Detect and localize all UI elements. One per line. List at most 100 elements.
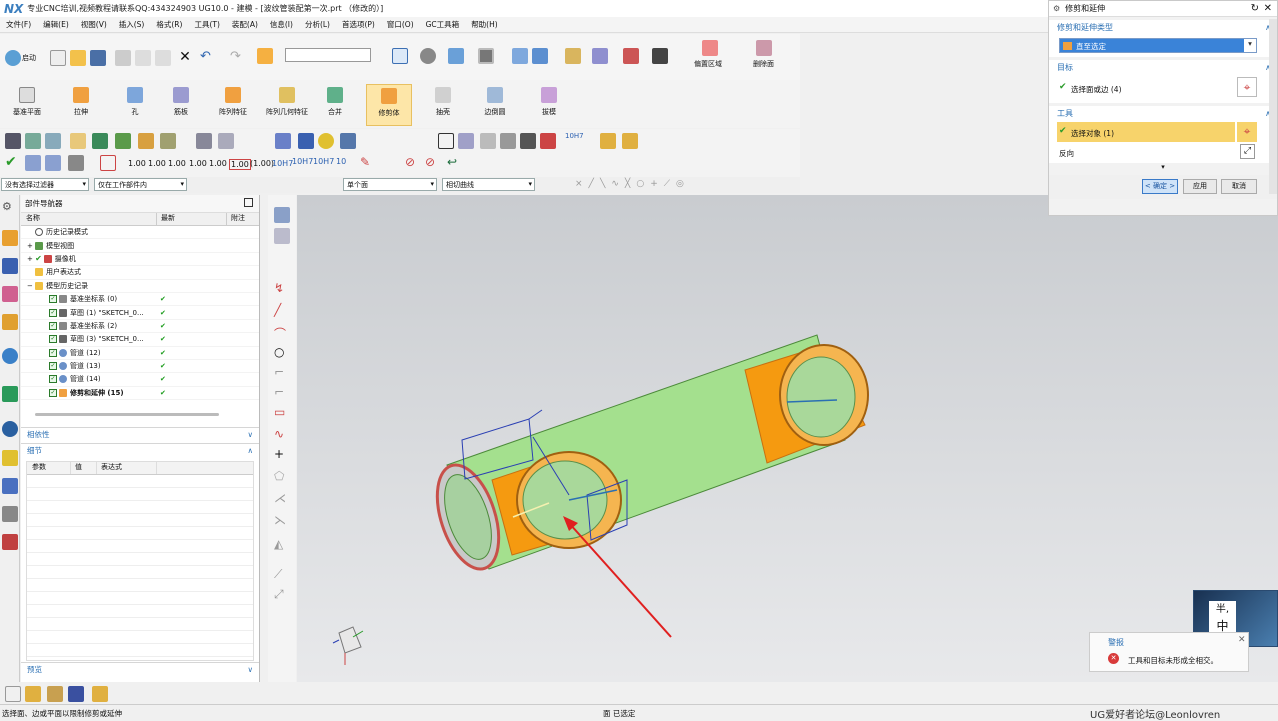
history-icon[interactable] (2, 386, 18, 402)
process-studio-icon[interactable] (2, 478, 18, 494)
roles-icon[interactable] (2, 506, 18, 522)
tool-crosshair-icon[interactable]: ⌖ (1237, 122, 1257, 142)
dim-value-10[interactable]: 10H7 (313, 157, 334, 166)
measure-distance-icon[interactable] (652, 48, 668, 64)
relate-icon[interactable] (340, 133, 356, 149)
bottom-tool-2-icon[interactable] (25, 686, 41, 702)
rib-button[interactable]: 筋板 (158, 84, 204, 126)
check-mate-icon[interactable] (45, 155, 61, 171)
pull-face-icon[interactable] (25, 133, 41, 149)
checkbox-icon[interactable]: ✓ (49, 308, 57, 317)
pattern-geometry-button[interactable]: 阵列几何特征 (264, 84, 310, 126)
draft-button[interactable]: 拔模 (526, 84, 572, 126)
part-navigator-icon[interactable] (2, 230, 18, 246)
menu-help[interactable]: 帮助(H) (465, 19, 504, 30)
curve-rule-select[interactable]: 相切曲线 (442, 178, 535, 191)
resize-chamfer-icon[interactable] (138, 133, 154, 149)
unite-button[interactable]: 合并 (312, 84, 358, 126)
details-section[interactable]: 细节 ∧ (21, 443, 259, 457)
check-geometry-icon[interactable] (25, 155, 41, 171)
examine-icon[interactable] (68, 155, 84, 171)
orient-view-icon[interactable] (448, 48, 464, 64)
tree-row-sketch-1[interactable]: ✓ 草图 (1) "SKETCH_0... ✔ (21, 306, 259, 320)
offset-region-icon[interactable] (702, 40, 718, 56)
type-section-header[interactable]: 修剪和延伸类型∧ (1049, 20, 1277, 35)
redo-icon[interactable]: ↷ (230, 50, 246, 66)
col-latest[interactable]: 最新 (156, 213, 226, 225)
save-icon[interactable] (90, 50, 106, 66)
constraint-navigator-icon[interactable] (2, 286, 18, 302)
menu-insert[interactable]: 插入(S) (113, 19, 151, 30)
table-icon[interactable] (458, 133, 474, 149)
sketch-tool-icon[interactable] (274, 207, 290, 223)
tree-row-tube-12[interactable]: ✓ 管道 (12) ✔ (21, 347, 259, 360)
target-select-label[interactable]: 选择面或边 (4) (1071, 84, 1122, 95)
angular-dim-icon[interactable] (298, 133, 314, 149)
type-select[interactable]: 直至选定 ▾ (1059, 38, 1257, 53)
checkbox-icon[interactable]: ✓ (49, 362, 57, 371)
tree-row-history-mode[interactable]: 历史记录模式 (21, 226, 259, 240)
polygon-icon[interactable]: ⬠ (274, 469, 290, 485)
fillet-icon[interactable]: ⌐ (274, 365, 290, 381)
more-options-icon[interactable]: ▾ (1049, 163, 1277, 175)
command-finder-icon[interactable] (257, 48, 273, 64)
line-icon[interactable]: ╱ (274, 303, 290, 319)
check-icon[interactable]: ✔ (5, 155, 21, 171)
web-browser-icon[interactable] (2, 348, 18, 364)
settings-gear-icon[interactable]: ⚙ (2, 200, 18, 216)
no-symbol-icon[interactable]: ⊘ (405, 155, 421, 171)
return-icon[interactable]: ↩ (447, 155, 463, 171)
menu-format[interactable]: 格式(R) (150, 19, 188, 30)
selection-icon[interactable] (592, 48, 608, 64)
mirror-curve-icon[interactable]: ◭ (274, 537, 290, 553)
linear-dim-icon[interactable] (275, 133, 291, 149)
chamfer-icon[interactable]: ⌐ (274, 385, 290, 401)
col-notes[interactable]: 附注 (226, 213, 245, 225)
make-coplanar-icon[interactable] (196, 133, 212, 149)
grid-icon[interactable] (274, 228, 290, 244)
move-face-icon[interactable] (5, 133, 21, 149)
rectangle-icon[interactable]: ▭ (274, 405, 290, 421)
checkbox-icon[interactable]: ✓ (49, 375, 57, 384)
dialog-scrollbar[interactable] (1269, 19, 1277, 194)
image-icon[interactable] (520, 133, 536, 149)
tree-row-cameras[interactable]: + ✔ 摄像机 (21, 253, 259, 267)
face-rule-select[interactable]: 单个面 (343, 178, 437, 191)
tree-row-expressions[interactable]: 用户表达式 (21, 266, 259, 280)
edit-section-icon[interactable] (532, 48, 548, 64)
bottom-tool-4-icon[interactable] (68, 686, 84, 702)
pattern-curve-icon[interactable]: ⤢ (274, 587, 290, 603)
preview-section[interactable]: 预览 ∨ (21, 662, 259, 676)
new-file-icon[interactable] (50, 50, 66, 66)
menu-window[interactable]: 窗口(O) (381, 19, 420, 30)
circle-icon[interactable]: ○ (274, 345, 290, 361)
offset-region-label[interactable]: 偏置区域 (694, 59, 722, 69)
start-icon[interactable] (5, 50, 21, 66)
dim-value-7[interactable]: (1.00) (250, 159, 274, 168)
arc-icon[interactable]: ⌒ (274, 325, 290, 341)
point-icon[interactable]: + (274, 447, 290, 463)
triangle-icon[interactable] (438, 133, 454, 149)
gear-icon[interactable]: ⚙ (1053, 4, 1060, 13)
extend-curve-icon[interactable]: ⋋ (274, 513, 290, 529)
open-folder-icon[interactable] (70, 50, 86, 66)
assembly-navigator-icon[interactable] (2, 258, 18, 274)
section-view-icon[interactable] (512, 48, 528, 64)
dim-value-8[interactable]: 10H7 (272, 159, 293, 168)
trim-curve-icon[interactable]: ⋌ (274, 491, 290, 507)
bottom-tool-3-icon[interactable] (47, 686, 63, 702)
menu-view[interactable]: 视图(V) (75, 19, 113, 30)
dim-value-11[interactable]: 10 (336, 157, 346, 166)
tree-row-datum-0[interactable]: ✓ 基准坐标系 (0) ✔ (21, 293, 259, 307)
apply-button[interactable]: 应用 (1183, 179, 1217, 194)
reuse-library-icon[interactable] (2, 314, 18, 330)
label-chamfer-icon[interactable] (115, 133, 131, 149)
tolerance-label[interactable]: 10H7 (565, 132, 584, 140)
target-crosshair-icon[interactable]: ⌖ (1237, 77, 1257, 97)
menu-preferences[interactable]: 首选项(P) (336, 19, 381, 30)
reset-icon[interactable]: ↻ (1251, 3, 1259, 14)
measure-icon[interactable] (623, 48, 639, 64)
col-parameter[interactable]: 参数 (27, 462, 71, 474)
tree-row-datum-2[interactable]: ✓ 基准坐标系 (2) ✔ (21, 320, 259, 334)
close-icon[interactable]: ✕ (1264, 3, 1272, 14)
